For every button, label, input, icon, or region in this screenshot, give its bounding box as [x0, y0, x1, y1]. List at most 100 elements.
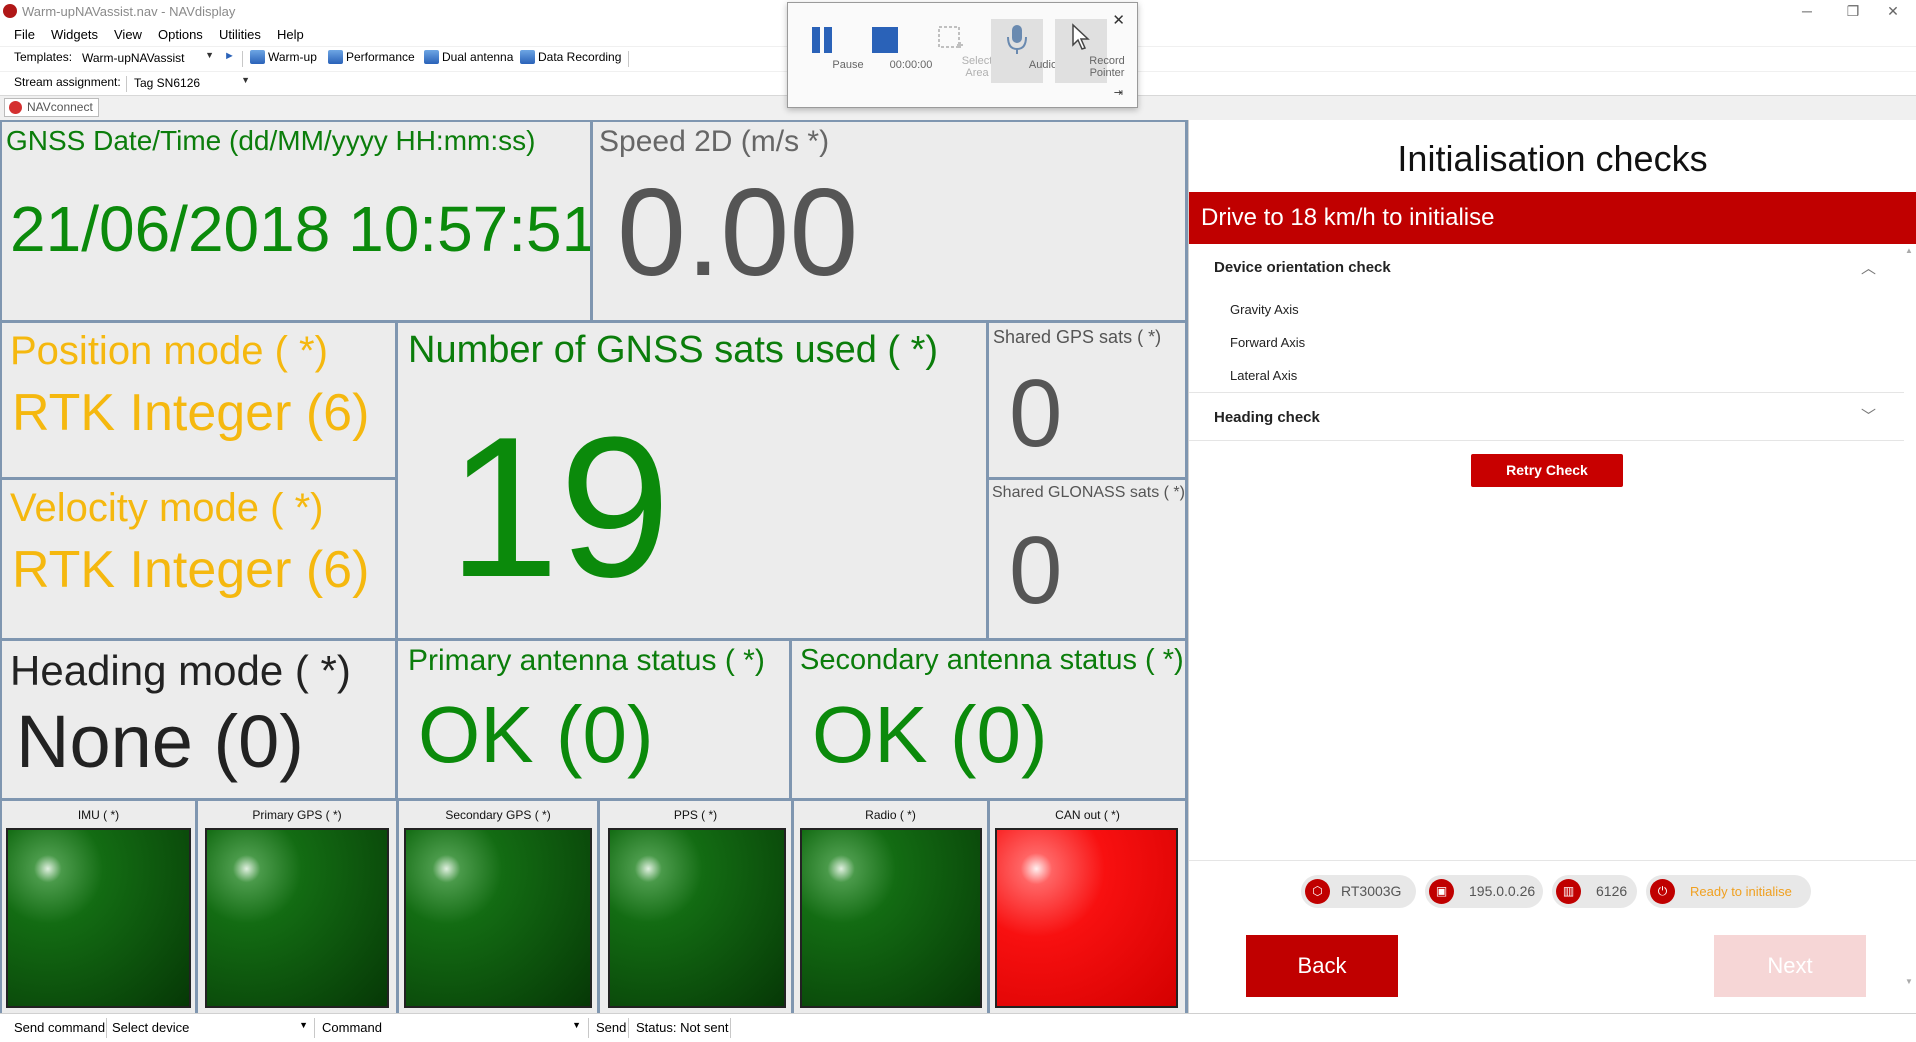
- car-icon: [250, 50, 265, 64]
- performance-label: Performance: [346, 50, 415, 64]
- radio-light-label: Radio ( *): [865, 808, 916, 822]
- shared-gps-panel: Shared GPS sats ( *) 0: [989, 323, 1185, 477]
- network-icon: ▣: [1429, 879, 1454, 904]
- device-icon: ⬡: [1305, 879, 1330, 904]
- forward-axis-item: Forward Axis: [1230, 335, 1306, 350]
- data-recording-button[interactable]: Data Recording: [520, 50, 621, 64]
- pointer-icon: [1072, 23, 1090, 50]
- close-window-button[interactable]: ✕: [1870, 0, 1916, 24]
- close-icon[interactable]: ✕: [1112, 11, 1125, 29]
- toolbar-separator: [242, 51, 243, 67]
- menu-widgets[interactable]: Widgets: [51, 27, 98, 42]
- heading-mode-value: None (0): [16, 700, 304, 783]
- section-divider: [1189, 440, 1904, 441]
- radio-light-panel: Radio ( *): [794, 801, 987, 1013]
- menu-options[interactable]: Options: [158, 27, 203, 42]
- ip-address-value: 195.0.0.26: [1469, 883, 1536, 899]
- status-separator: [588, 1018, 589, 1038]
- pps-status-light: [608, 828, 786, 1008]
- heading-mode-panel: Heading mode ( *) None (0): [2, 641, 395, 798]
- can-out-status-light: [995, 828, 1178, 1008]
- vertical-scrollbar[interactable]: ▲ ▼: [1904, 246, 1916, 986]
- secondary-antenna-panel: Secondary antenna status ( *) OK (0): [792, 641, 1185, 798]
- dropdown-arrow-icon: ▼: [241, 75, 250, 85]
- select-area-button[interactable]: Select Area: [925, 19, 992, 83]
- init-status-value: Ready to initialise: [1690, 884, 1792, 899]
- template-select-value: Warm-upNAVassist: [82, 51, 185, 65]
- toolbar-separator: [628, 51, 629, 67]
- power-icon: ⏻: [1650, 879, 1675, 904]
- device-orientation-check-header[interactable]: Device orientation check ︿: [1189, 257, 1916, 278]
- device-model-value: RT3003G: [1341, 883, 1402, 899]
- gnss-sats-used-value: 19: [448, 396, 671, 619]
- stop-button[interactable]: 00:00:00: [859, 19, 932, 83]
- template-select[interactable]: Warm-upNAVassist ▼: [78, 49, 218, 69]
- primary-antenna-panel: Primary antenna status ( *) OK (0): [398, 641, 789, 798]
- dashboard-grid: GNSS Date/Time (dd/MM/yyyy HH:mm:ss) 21/…: [0, 120, 1188, 1013]
- menu-file[interactable]: File: [14, 27, 35, 42]
- car-icon: [520, 50, 535, 64]
- serial-number-pill: ▥ 6126: [1552, 875, 1637, 908]
- toolbar-separator: [126, 76, 127, 92]
- car-icon: [328, 50, 343, 64]
- device-select[interactable]: ▼: [188, 1017, 312, 1039]
- primary-gps-light-panel: Primary GPS ( *): [198, 801, 396, 1013]
- chevron-up-icon[interactable]: ︿: [1861, 257, 1876, 278]
- menu-view[interactable]: View: [114, 27, 142, 42]
- select-area-icon: [938, 26, 963, 48]
- menu-utilities[interactable]: Utilities: [219, 27, 261, 42]
- shared-glonass-label: Shared GLONASS sats ( *): [992, 484, 1185, 501]
- scroll-up-icon[interactable]: ▲: [1905, 246, 1913, 255]
- secondary-gps-light-panel: Secondary GPS ( *): [399, 801, 597, 1013]
- pin-icon[interactable]: ⇥: [1114, 86, 1123, 99]
- position-mode-panel: Position mode ( *) RTK Integer (6): [2, 323, 395, 477]
- velocity-mode-label: Velocity mode ( *): [10, 486, 324, 530]
- play-template-icon[interactable]: ►: [224, 50, 235, 62]
- heading-check-label: Heading check: [1214, 409, 1320, 426]
- performance-button[interactable]: Performance: [328, 50, 415, 64]
- velocity-mode-panel: Velocity mode ( *) RTK Integer (6): [2, 480, 395, 638]
- record-pointer-label: Record Pointer: [1089, 55, 1125, 79]
- command-input[interactable]: ▼: [390, 1017, 585, 1039]
- audio-button[interactable]: Audio: [991, 19, 1057, 83]
- chevron-down-icon[interactable]: ﹀: [1861, 405, 1876, 426]
- secondary-gps-light-label: Secondary GPS ( *): [445, 808, 551, 822]
- can-out-light-panel: CAN out ( *): [990, 801, 1185, 1013]
- gnss-sats-used-label: Number of GNSS sats used ( *): [408, 329, 939, 371]
- stream-assignment-label: Stream assignment:: [14, 75, 121, 89]
- scroll-down-icon[interactable]: ▼: [1905, 977, 1913, 986]
- minimize-button[interactable]: ─: [1784, 0, 1830, 24]
- templates-label: Templates:: [14, 50, 73, 64]
- record-pointer-button[interactable]: Record Pointer: [1055, 19, 1125, 83]
- primary-antenna-label: Primary antenna status ( *): [408, 644, 765, 677]
- pause-button[interactable]: Pause: [796, 19, 864, 83]
- initialisation-title: Initialisation checks: [1397, 138, 1708, 179]
- gnss-datetime-label: GNSS Date/Time (dd/MM/yyyy HH:mm:ss): [6, 125, 536, 156]
- stream-select[interactable]: Tag SN6126 ▼: [130, 74, 254, 94]
- back-button[interactable]: Back: [1246, 935, 1398, 997]
- command-status-bar: Send command Select device ▼ Command ▼ S…: [0, 1013, 1916, 1042]
- send-command-label: Send command: [14, 1020, 106, 1035]
- status-separator: [730, 1018, 731, 1038]
- device-orientation-check-label: Device orientation check: [1214, 259, 1391, 276]
- menu-help[interactable]: Help: [277, 27, 304, 42]
- velocity-mode-value: RTK Integer (6): [12, 541, 370, 599]
- tab-navconnect[interactable]: NAVconnect: [4, 98, 99, 117]
- heading-mode-label: Heading mode ( *): [10, 647, 351, 694]
- imu-light-label: IMU ( *): [77, 808, 120, 822]
- heading-check-header[interactable]: Heading check ﹀: [1189, 408, 1916, 426]
- gnss-datetime-panel: GNSS Date/Time (dd/MM/yyyy HH:mm:ss) 21/…: [2, 122, 590, 320]
- primary-antenna-value: OK (0): [418, 690, 654, 779]
- warmup-button[interactable]: Warm-up: [250, 50, 317, 64]
- stop-icon: [872, 27, 898, 53]
- next-button[interactable]: Next: [1714, 935, 1866, 997]
- send-button[interactable]: Send: [596, 1020, 626, 1035]
- status-separator: [106, 1018, 107, 1038]
- serial-number-value: 6126: [1596, 883, 1628, 899]
- position-mode-label: Position mode ( *): [10, 329, 328, 373]
- dual-antenna-button[interactable]: Dual antenna: [424, 50, 513, 64]
- shared-glonass-value: 0: [1009, 517, 1063, 624]
- retry-check-button[interactable]: Retry Check: [1471, 454, 1623, 487]
- window-title: Warm-upNAVassist.nav - NAVdisplay: [22, 4, 236, 19]
- gravity-axis-item: Gravity Axis: [1230, 302, 1299, 317]
